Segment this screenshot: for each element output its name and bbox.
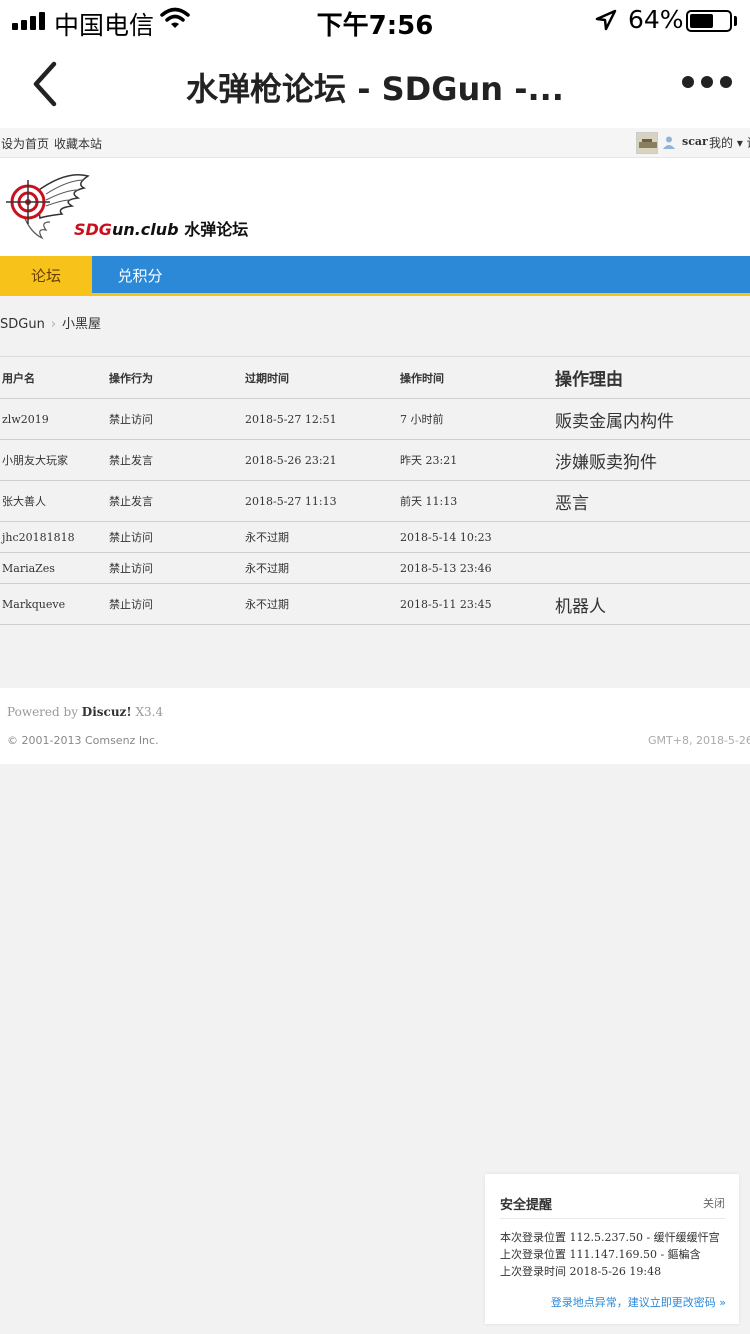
row-reason: 贩卖金属内构件	[555, 411, 674, 432]
row-op-time: 7 小时前	[400, 413, 444, 426]
page-title: 水弹枪论坛 - SDGun -...	[186, 70, 564, 108]
nav-item-forum[interactable]: 论坛	[0, 256, 92, 296]
header-expire: 过期时间	[245, 371, 289, 385]
breadcrumb-current[interactable]: 小黑屋	[62, 317, 101, 332]
last-login-time: 上次登录时间 2018-5-26 19:48	[500, 1265, 662, 1278]
copyright: © 2001-2013 Comsenz Inc.	[7, 734, 159, 747]
row-username-link[interactable]: MariaZes	[2, 553, 55, 583]
last-login-location: 上次登录位置 111.147.169.50 - 鏂楄含	[500, 1248, 701, 1261]
nav-item-exchange-credits[interactable]: 兑积分	[92, 256, 188, 296]
more-dots-icon[interactable]	[676, 74, 736, 94]
breadcrumb-separator: ›	[50, 317, 57, 332]
row-action: 禁止访问	[109, 562, 153, 575]
battery-percent: 64%	[628, 5, 684, 34]
row-expire: 永不过期	[245, 562, 289, 575]
main-nav: 论坛 兑积分	[0, 256, 750, 296]
row-username-link[interactable]: Markqueve	[2, 584, 65, 624]
status-bar: 中国电信 下午7:56 64%	[0, 0, 750, 41]
popup-close-button[interactable]: 关闭	[703, 1195, 725, 1211]
security-alert-popup: 安全提醒 关闭 本次登录位置 112.5.237.50 - 缓忓缓缓忓宫 上次登…	[485, 1174, 739, 1324]
table-row: 张大善人 禁止发言 2018-5-27 11:13 前天 11:13 恶言	[0, 481, 750, 522]
bookmark-site-link[interactable]: 收藏本站	[54, 135, 102, 152]
header-reason: 操作理由	[555, 370, 623, 390]
row-op-time: 前天 11:13	[400, 495, 458, 508]
table-row: zlw2019 禁止访问 2018-5-27 12:51 7 小时前 贩卖金属内…	[0, 399, 750, 440]
row-expire: 2018-5-27 11:13	[245, 494, 337, 508]
row-expire: 2018-5-26 23:21	[245, 453, 337, 467]
powered-version: X3.4	[131, 705, 164, 719]
row-action: 禁止访问	[109, 598, 153, 611]
site-topbar: 设为首页 收藏本站 scar 我的 ▾ 设	[0, 128, 750, 158]
row-expire: 永不过期	[245, 531, 289, 544]
logo-text: SDGun.club 水弹论坛	[74, 220, 249, 239]
powered-prefix: Powered by	[7, 705, 82, 719]
table-row: Markqueve 禁止访问 永不过期 2018-5-11 23:45 机器人	[0, 584, 750, 625]
row-action: 禁止发言	[109, 454, 153, 467]
row-reason: 涉嫌贩卖狗件	[555, 452, 657, 473]
row-action: 禁止访问	[109, 531, 153, 544]
discuz-link[interactable]: Discuz!	[82, 705, 132, 719]
breadcrumb-home[interactable]: SDGun	[0, 317, 45, 332]
my-menu-link[interactable]: 我的 ▾ 设	[709, 134, 750, 151]
location-arrow-icon	[594, 8, 618, 36]
change-password-link[interactable]: 登录地点异常，建议立即更改密码 »	[551, 1294, 726, 1310]
user-icon	[662, 135, 676, 149]
row-action: 禁止访问	[109, 413, 153, 426]
set-homepage-link[interactable]: 设为首页	[1, 135, 49, 152]
row-username-link[interactable]: 张大善人	[2, 481, 46, 521]
breadcrumb: SDGun › 小黑屋	[0, 313, 101, 332]
table-header-row: 用户名 操作行为 过期时间 操作时间 操作理由	[0, 357, 750, 399]
table-row: jhc20181818 禁止访问 永不过期 2018-5-14 10:23	[0, 522, 750, 553]
back-arrow-icon[interactable]	[28, 60, 64, 108]
popup-title: 安全提醒	[500, 1198, 553, 1213]
row-reason: 恶言	[555, 493, 589, 514]
site-header: SDGun.club 水弹论坛	[0, 158, 750, 256]
powered-by: Powered by Discuz! X3.4	[7, 705, 163, 719]
site-logo[interactable]: SDGun.club 水弹论坛	[6, 172, 256, 244]
ban-list-table: 用户名 操作行为 过期时间 操作时间 操作理由 zlw2019 禁止访问 201…	[0, 356, 750, 625]
avatar[interactable]	[636, 132, 658, 154]
current-login-location: 本次登录位置 112.5.237.50 - 缓忓缓缓忓宫	[500, 1231, 720, 1244]
header-username: 用户名	[2, 371, 35, 385]
server-time: GMT+8, 2018-5-26 1	[648, 734, 750, 747]
table-row: 小朋友大玩家 禁止发言 2018-5-26 23:21 昨天 23:21 涉嫌贩…	[0, 440, 750, 481]
popup-divider	[500, 1218, 725, 1219]
row-op-time: 2018-5-14 10:23	[400, 530, 492, 544]
row-username-link[interactable]: 小朋友大玩家	[2, 440, 68, 480]
site-footer: Powered by Discuz! X3.4 © 2001-2013 Coms…	[0, 688, 750, 764]
browser-nav-bar: 水弹枪论坛 - SDGun -...	[0, 40, 750, 128]
row-op-time: 昨天 23:21	[400, 454, 458, 467]
row-username-link[interactable]: zlw2019	[2, 399, 49, 439]
row-reason: 机器人	[555, 596, 606, 617]
row-username-link[interactable]: jhc20181818	[2, 522, 75, 552]
table-row: MariaZes 禁止访问 永不过期 2018-5-13 23:46	[0, 553, 750, 584]
header-op-time: 操作时间	[400, 371, 444, 385]
battery-icon	[686, 10, 732, 32]
row-action: 禁止发言	[109, 495, 153, 508]
battery-tip	[734, 16, 737, 26]
row-expire: 2018-5-27 12:51	[245, 412, 337, 426]
username-link[interactable]: scar	[682, 135, 708, 148]
header-action: 操作行为	[109, 371, 153, 385]
row-expire: 永不过期	[245, 598, 289, 611]
row-op-time: 2018-5-13 23:46	[400, 561, 492, 575]
row-op-time: 2018-5-11 23:45	[400, 597, 492, 611]
